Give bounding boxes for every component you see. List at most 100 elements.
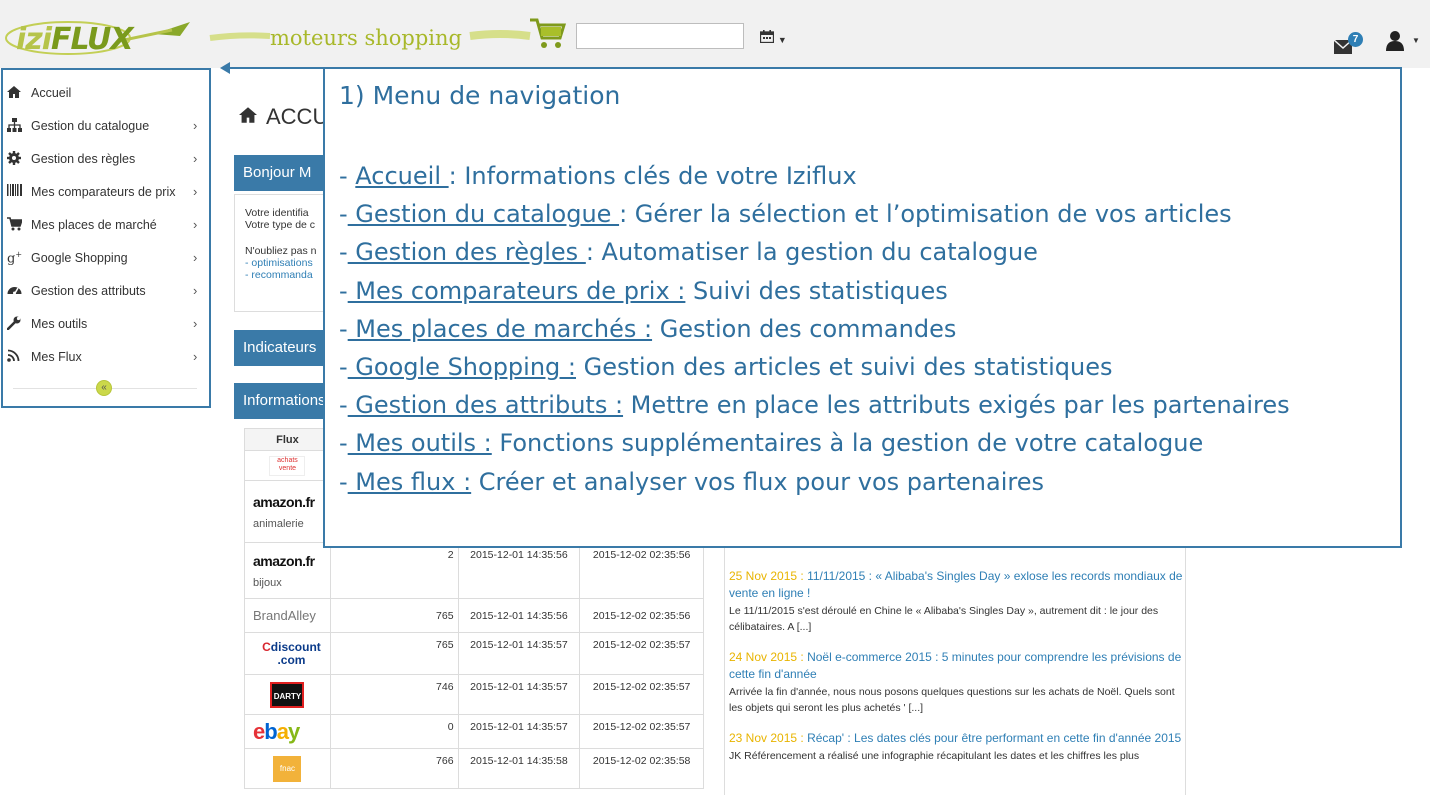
sidebar-item-mes-outils[interactable]: Mes outils › bbox=[5, 309, 205, 339]
cart-icon bbox=[528, 16, 568, 52]
chevron-right-icon: › bbox=[193, 184, 198, 199]
sidebar-item-label: Mes places de marché bbox=[31, 218, 157, 232]
callout-arrow-line bbox=[224, 67, 324, 69]
info-line: Votre identifia bbox=[245, 207, 309, 219]
flux-date-end: 2015-12-02 02:35:57 bbox=[579, 674, 704, 715]
callout-link: Gestion des règles bbox=[347, 238, 586, 267]
gear-icon bbox=[7, 151, 23, 167]
sidebar-item-places-marche[interactable]: Mes places de marché › bbox=[5, 210, 205, 240]
amazon-logo: amazon.fr bbox=[253, 493, 315, 510]
user-menu-button[interactable]: ▼ bbox=[1384, 30, 1424, 56]
fnac-logo: fnac bbox=[273, 755, 302, 782]
callout-line: - Google Shopping : Gestion des articles… bbox=[339, 353, 1113, 382]
news-feed: 25 Nov 2015 : 11/11/2015 : « Alibaba's S… bbox=[724, 548, 1186, 795]
panel-indicateurs-header[interactable]: Indicateurs bbox=[234, 330, 329, 366]
table-row[interactable]: Cdiscount .com 765 2015-12-01 14:35:57 20… bbox=[244, 632, 704, 675]
callout-link: Accueil bbox=[355, 162, 449, 190]
sidebar-item-accueil[interactable]: Accueil bbox=[5, 78, 205, 108]
callout-desc: Suivi des statistiques bbox=[685, 276, 948, 305]
search-input[interactable] bbox=[576, 23, 744, 49]
info-line: Votre type de c bbox=[245, 219, 316, 231]
table-row[interactable]: ebay 0 2015-12-01 14:35:57 2015-12-02 02… bbox=[244, 714, 704, 749]
ebay-logo: ebay bbox=[253, 718, 300, 744]
sidebar-item-gestion-attributs[interactable]: Gestion des attributs › bbox=[5, 276, 205, 306]
sidebar-collapse-button[interactable]: « bbox=[96, 380, 112, 396]
callout-line: - Gestion du catalogue : Gérer la sélect… bbox=[339, 200, 1232, 229]
callout-link: Mes outils : bbox=[347, 429, 492, 458]
flux-count: 746 bbox=[329, 674, 459, 715]
column-header-flux: Flux bbox=[244, 428, 331, 451]
cdiscount-logo: Cdiscount .com bbox=[262, 639, 321, 667]
news-date: 23 Nov 2015 : bbox=[729, 731, 804, 745]
iziflux-logo[interactable]: iziFLUX bbox=[4, 12, 194, 58]
info-line: N'oubliez pas n bbox=[245, 245, 317, 257]
flux-count: 0 bbox=[329, 714, 459, 749]
table-row[interactable]: amazon.fr bijoux 2 2015-12-01 14:35:56 20… bbox=[244, 542, 704, 599]
callout-link: Gestion du catalogue bbox=[347, 200, 620, 229]
sidebar-item-gestion-regles[interactable]: Gestion des règles › bbox=[5, 144, 205, 174]
callout-arrow-icon bbox=[220, 62, 230, 74]
news-item[interactable]: 24 Nov 2015 : Noël e-commerce 2015 : 5 m… bbox=[729, 649, 1185, 716]
callout-desc: Fonctions supplémentaires à la gestion d… bbox=[491, 429, 1204, 458]
chevron-right-icon: › bbox=[193, 316, 198, 331]
chevron-right-icon: › bbox=[193, 217, 198, 232]
navigation-help-callout: 1) Menu de navigation - Accueil : Inform… bbox=[323, 67, 1402, 548]
callout-desc: Gestion des commandes bbox=[652, 314, 957, 343]
info-link[interactable]: - recommanda bbox=[245, 269, 328, 281]
home-icon bbox=[238, 104, 258, 130]
chevron-right-icon: › bbox=[193, 283, 198, 298]
callout-line: - Mes places de marchés : Gestion des co… bbox=[339, 314, 957, 343]
callout-line: - Accueil : Informations clés de votre I… bbox=[339, 162, 857, 190]
sidebar-item-google-shopping[interactable]: g+ Google Shopping › bbox=[5, 243, 205, 273]
news-excerpt: Le 11/11/2015 s'est déroulé en Chine le … bbox=[729, 605, 1159, 633]
news-excerpt: JK Référencement a réalisé une infograph… bbox=[729, 750, 1140, 762]
achats-vente-logo: achats vente bbox=[269, 455, 306, 476]
callout-line: - Mes flux : Créer et analyser vos flux … bbox=[339, 467, 1044, 496]
sidebar-item-label: Mes Flux bbox=[31, 350, 82, 364]
panel-bonjour-header: Bonjour M bbox=[234, 155, 329, 191]
flux-count: 765 bbox=[329, 632, 459, 675]
flux-date-start: 2015-12-01 14:35:57 bbox=[457, 714, 581, 749]
calendar-dropdown[interactable]: ▼ bbox=[759, 30, 794, 50]
callout-desc: Gestion des articles et suivi des statis… bbox=[576, 353, 1113, 382]
logo-wordmark: iziFLUX bbox=[16, 22, 134, 57]
sidebar-item-comparateurs[interactable]: Mes comparateurs de prix › bbox=[5, 177, 205, 207]
news-title[interactable]: Récap' : Les dates clés pour être perfor… bbox=[807, 731, 1181, 745]
flux-date-start: 2015-12-01 14:35:58 bbox=[457, 748, 581, 789]
flux-date-end: 2015-12-02 02:35:56 bbox=[579, 598, 704, 633]
callout-desc: : Gérer la sélection et l’optimisation d… bbox=[619, 200, 1232, 229]
callout-line: - Gestion des règles : Automatiser la ge… bbox=[339, 238, 1038, 267]
sidebar-item-mes-flux[interactable]: Mes Flux › bbox=[5, 342, 205, 372]
rss-icon bbox=[7, 349, 23, 365]
sidebar-item-label: Google Shopping bbox=[31, 251, 128, 265]
callout-desc: : Informations clés de votre Iziflux bbox=[448, 162, 857, 190]
sidebar-item-gestion-catalogue[interactable]: Gestion du catalogue › bbox=[5, 111, 205, 141]
caret-down-icon: ▼ bbox=[1412, 36, 1420, 45]
news-item[interactable]: 25 Nov 2015 : 11/11/2015 : « Alibaba's S… bbox=[729, 568, 1185, 635]
flux-date-end: 2015-12-02 02:35:56 bbox=[579, 542, 704, 599]
top-bar: iziFLUX moteurs shopping ▼ 7 ▼ bbox=[0, 0, 1430, 68]
panel-informations-header[interactable]: Informations bbox=[234, 383, 329, 419]
amazon-logo: amazon.fr bbox=[253, 552, 315, 569]
flux-date-end: 2015-12-02 02:35:57 bbox=[579, 632, 704, 675]
tagline-text: moteurs shopping bbox=[270, 26, 462, 50]
table-row[interactable]: DARTY 746 2015-12-01 14:35:57 2015-12-02… bbox=[244, 674, 704, 715]
table-row[interactable]: fnac 766 2015-12-01 14:35:58 2015-12-02 … bbox=[244, 748, 704, 789]
callout-desc: : Automatiser la gestion du catalogue bbox=[585, 238, 1038, 267]
callout-link: Gestion des attributs : bbox=[347, 391, 624, 420]
sidebar-item-label: Mes outils bbox=[31, 317, 88, 331]
user-icon bbox=[1386, 31, 1404, 51]
flux-date-end: 2015-12-02 02:35:57 bbox=[579, 714, 704, 749]
info-link[interactable]: - optimisations bbox=[245, 257, 328, 269]
messages-button[interactable]: 7 bbox=[1334, 32, 1364, 56]
news-item[interactable]: 23 Nov 2015 : Récap' : Les dates clés po… bbox=[729, 730, 1185, 764]
callout-line: - Gestion des attributs : Mettre en plac… bbox=[339, 391, 1290, 420]
callout-title: 1) Menu de navigation bbox=[339, 81, 621, 110]
flux-date-end: 2015-12-02 02:35:58 bbox=[579, 748, 704, 789]
callout-line: - Mes comparateurs de prix : Suivi des s… bbox=[339, 276, 948, 305]
flux-date-start: 2015-12-01 14:35:57 bbox=[457, 674, 581, 715]
table-row[interactable]: BrandAlley 765 2015-12-01 14:35:56 2015-… bbox=[244, 598, 704, 633]
welcome-info-box: Votre identifia Votre type de c N'oublie… bbox=[234, 194, 329, 312]
callout-link: Google Shopping : bbox=[347, 353, 576, 382]
info-line bbox=[245, 231, 328, 245]
